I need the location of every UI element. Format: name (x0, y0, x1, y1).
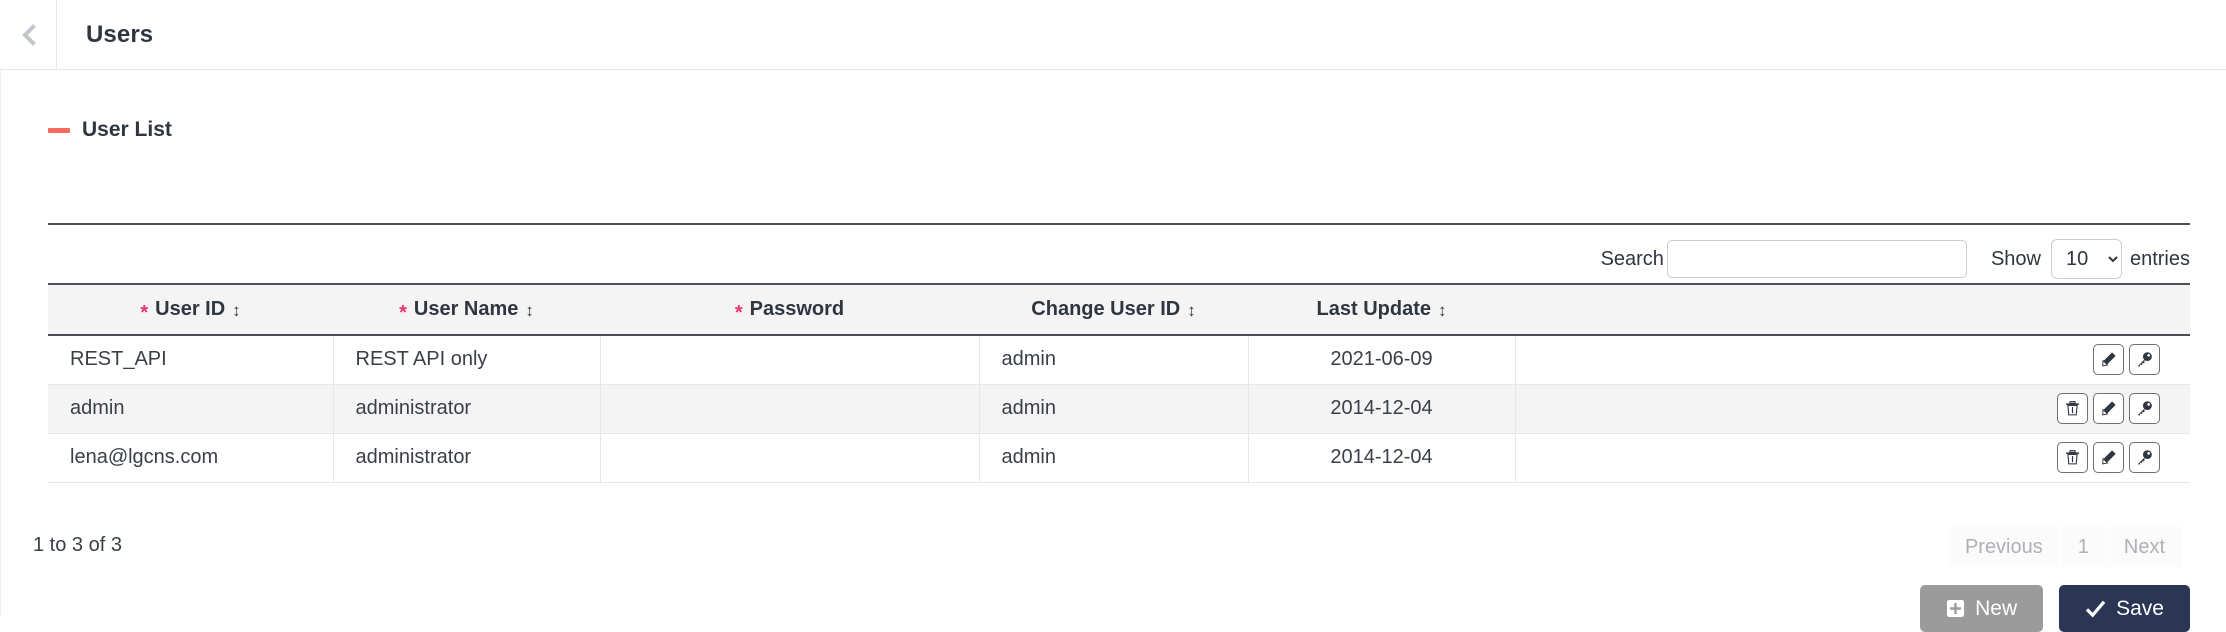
pagination-page-1-button[interactable]: 1 (2061, 527, 2106, 567)
required-star-icon: * (735, 303, 743, 323)
sort-icon: ↕ (1187, 302, 1196, 319)
panel-divider (48, 223, 2190, 225)
content-left-edge (0, 70, 1, 616)
table-row[interactable]: admin administrator admin 2014-12-04 (48, 384, 2190, 433)
cell-user-id: admin (48, 384, 333, 433)
new-button[interactable]: New (1920, 585, 2043, 632)
cell-password (600, 335, 979, 384)
cell-last-update: 2014-12-04 (1248, 433, 1515, 482)
cell-actions (1515, 433, 2190, 482)
table-info: 1 to 3 of 3 (33, 534, 122, 557)
save-button[interactable]: Save (2059, 585, 2190, 632)
chevron-left-icon (22, 24, 36, 46)
user-list-table: * User ID ↕ * User Name ↕ * Password (48, 283, 2190, 483)
cell-password (600, 433, 979, 482)
entries-label: entries (2130, 248, 2190, 271)
column-header-actions (1515, 284, 2190, 335)
cell-actions (1515, 384, 2190, 433)
column-header-label: Change User ID (1031, 298, 1180, 321)
required-star-icon: * (140, 303, 148, 323)
cell-change-user-id: admin (979, 384, 1248, 433)
panel-title-text: User List (82, 118, 172, 142)
sort-icon: ↕ (525, 302, 534, 319)
reset-password-button[interactable] (2129, 344, 2160, 375)
pagination-next-button[interactable]: Next (2107, 527, 2182, 567)
column-header-change-user-id[interactable]: Change User ID ↕ (979, 284, 1248, 335)
required-star-icon: * (399, 303, 407, 323)
table-header-row: * User ID ↕ * User Name ↕ * Password (48, 284, 2190, 335)
pencil-icon (2100, 400, 2117, 417)
table-row[interactable]: REST_API REST API only admin 2021-06-09 (48, 335, 2190, 384)
trash-icon (2064, 400, 2081, 417)
page-title: Users (86, 0, 153, 69)
column-header-label: Password (750, 298, 844, 321)
cell-actions (1515, 335, 2190, 384)
panel-accent-dash-icon (48, 128, 70, 133)
pencil-icon (2100, 449, 2117, 466)
edit-row-button[interactable] (2093, 344, 2124, 375)
check-icon (2085, 599, 2106, 618)
cell-last-update: 2021-06-09 (1248, 335, 1515, 384)
entries-per-page-select[interactable]: 10 (2051, 239, 2122, 279)
panel-header: User List (48, 118, 172, 142)
key-icon (2136, 449, 2153, 466)
pagination-previous-button[interactable]: Previous (1948, 527, 2060, 567)
key-icon (2136, 351, 2153, 368)
cell-user-name: administrator (333, 433, 600, 482)
reset-password-button[interactable] (2129, 393, 2160, 424)
plus-square-icon (1946, 599, 1965, 618)
form-actions: New Save (1920, 585, 2190, 632)
cell-user-name: administrator (333, 384, 600, 433)
search-input[interactable] (1667, 240, 1967, 278)
table-body: REST_API REST API only admin 2021-06-09 (48, 335, 2190, 482)
cell-user-id: lena@lgcns.com (48, 433, 333, 482)
show-label: Show (1991, 248, 2041, 271)
table-controls: Search Show 10 entries (1601, 237, 2190, 281)
sidebar-collapse-button[interactable] (0, 0, 57, 69)
table-row[interactable]: lena@lgcns.com administrator admin 2014-… (48, 433, 2190, 482)
column-header-last-update[interactable]: Last Update ↕ (1248, 284, 1515, 335)
cell-change-user-id: admin (979, 335, 1248, 384)
column-header-password: * Password (600, 284, 979, 335)
edit-row-button[interactable] (2093, 393, 2124, 424)
sort-icon: ↕ (1438, 302, 1447, 319)
key-icon (2136, 400, 2153, 417)
column-header-label: User ID (155, 298, 225, 321)
search-label: Search (1601, 248, 1664, 271)
cell-change-user-id: admin (979, 433, 1248, 482)
column-header-user-id[interactable]: * User ID ↕ (48, 284, 333, 335)
reset-password-button[interactable] (2129, 442, 2160, 473)
new-button-label: New (1975, 597, 2017, 621)
delete-row-button[interactable] (2057, 442, 2088, 473)
cell-user-id: REST_API (48, 335, 333, 384)
save-button-label: Save (2116, 597, 2164, 621)
column-header-user-name[interactable]: * User Name ↕ (333, 284, 600, 335)
cell-password (600, 384, 979, 433)
cell-last-update: 2014-12-04 (1248, 384, 1515, 433)
sort-icon: ↕ (232, 302, 241, 319)
cell-user-name: REST API only (333, 335, 600, 384)
column-header-label: Last Update (1317, 298, 1431, 321)
column-header-label: User Name (414, 298, 519, 321)
pagination: Previous 1 Next (1947, 527, 2182, 567)
table-header: * User ID ↕ * User Name ↕ * Password (48, 284, 2190, 335)
trash-icon (2064, 449, 2081, 466)
top-header-bar: Users (0, 0, 2226, 70)
main-content: User List Search Show 10 entries * U (0, 70, 2226, 616)
delete-row-button[interactable] (2057, 393, 2088, 424)
pencil-icon (2100, 351, 2117, 368)
edit-row-button[interactable] (2093, 442, 2124, 473)
